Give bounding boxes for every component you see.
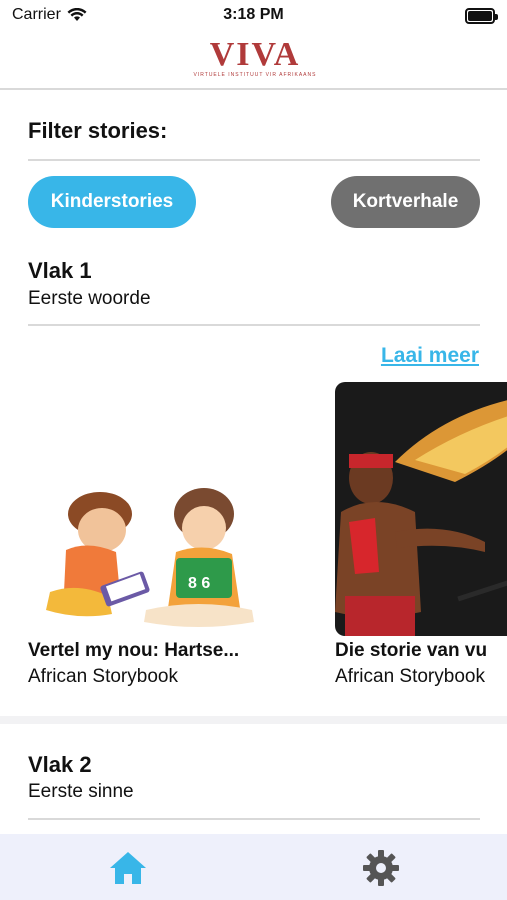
story-card[interactable]: Die storie van vu African Storybook — [335, 382, 507, 688]
story-title: Die storie van vu — [335, 640, 488, 661]
app-header: VIVA VIRTUELE INSTITUUT VIR AFRIKAANS — [0, 32, 507, 90]
svg-text:8 6: 8 6 — [188, 575, 210, 592]
tab-home[interactable] — [108, 848, 148, 888]
story-title: Vertel my nou: Hartse... — [28, 640, 240, 661]
section-subtitle: Eerste woorde — [28, 288, 151, 309]
chip-label: Kortverhale — [352, 191, 459, 212]
status-time: 3:18 PM — [223, 6, 284, 23]
story-cover-illustration: 8 6 — [28, 382, 278, 636]
load-more-link[interactable]: Laai meer — [381, 344, 479, 368]
story-author: African Storybook — [335, 666, 485, 687]
divider — [28, 324, 480, 326]
section-title-vlak-1: Vlak 1 — [28, 258, 92, 283]
gear-icon — [363, 850, 399, 886]
logo-tagline: VIRTUELE INSTITUUT VIR AFRIKAANS — [193, 72, 317, 78]
filter-chip-kortverhale[interactable]: Kortverhale — [331, 176, 480, 228]
divider — [28, 159, 480, 161]
battery-icon — [465, 8, 498, 24]
section-separator — [0, 716, 507, 724]
viva-logo: VIVA VIRTUELE INSTITUUT VIR AFRIKAANS — [190, 36, 320, 82]
section-subtitle: Eerste sinne — [28, 781, 134, 802]
story-author: African Storybook — [28, 666, 178, 687]
filter-chip-kinderstories[interactable]: Kinderstories — [28, 176, 196, 228]
story-card[interactable]: 8 6 Vertel my nou: Hartse... African Sto… — [28, 382, 278, 688]
section-title-vlak-2: Vlak 2 — [28, 752, 92, 777]
chip-label: Kinderstories — [50, 191, 174, 212]
filter-title: Filter stories: — [28, 118, 168, 143]
tab-bar — [0, 834, 507, 900]
status-bar: Carrier 3:18 PM — [0, 0, 507, 32]
tab-settings[interactable] — [361, 848, 401, 888]
divider — [28, 818, 480, 820]
logo-text: VIVA — [209, 36, 301, 73]
story-cover-illustration — [335, 382, 507, 636]
home-icon — [110, 852, 146, 884]
